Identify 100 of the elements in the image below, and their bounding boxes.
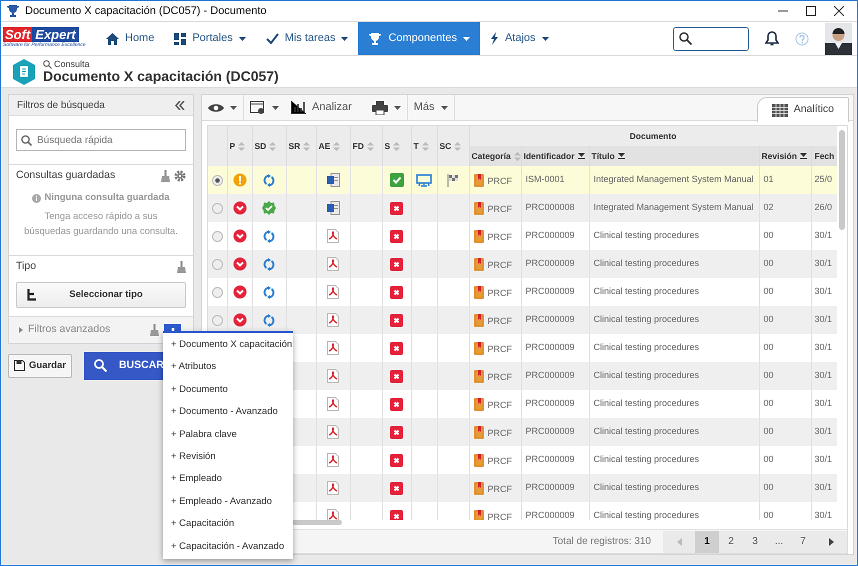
table-cell-text: PRCF [488, 371, 512, 384]
search-field[interactable] [673, 26, 749, 51]
menu-item[interactable]: + Palabra clave [163, 424, 293, 446]
menu-item[interactable]: + Revisión [163, 446, 293, 468]
hint-text: Tenga acceso rápido a sus búsquedas guardando una consulta. [24, 210, 178, 238]
table-cell-text: PRCF [488, 399, 512, 412]
page-button[interactable]: 1 [695, 530, 719, 552]
table-cell: Clinical testing procedures [594, 370, 700, 380]
table-cell: Clinical testing procedures [594, 482, 700, 492]
caret-icon [272, 106, 279, 110]
table-cell: 00 [764, 370, 774, 380]
table-cell: PRC000009 [526, 482, 575, 492]
menu-item[interactable]: + Capacitación [163, 513, 293, 536]
save-button[interactable]: Guardar [8, 354, 72, 378]
book-icon [474, 342, 484, 354]
menu-item[interactable]: + Empleado - Avanzado [163, 490, 293, 514]
table-cell: 00 [764, 342, 774, 352]
radio-button[interactable] [212, 174, 223, 186]
column-header[interactable]: S [384, 140, 390, 152]
broom-icon [150, 324, 159, 336]
window-title: Documento X capacitación (DC057) - Documento [25, 4, 267, 19]
book-icon [474, 258, 484, 270]
nav-menu-item[interactable]: Atajos [480, 22, 559, 56]
radio-button[interactable] [212, 258, 223, 270]
table-cell: PRC000009 [526, 286, 575, 296]
analyze-button[interactable]: Analizar [285, 95, 358, 120]
table-cell: Clinical testing procedures [594, 510, 700, 520]
radio-button[interactable] [212, 314, 223, 326]
grid-icon [174, 32, 186, 45]
close-button[interactable] [832, 4, 846, 18]
table-cell: 30/1 [814, 286, 832, 296]
table-cell: 30/1 [814, 482, 832, 492]
table-cell: 00 [764, 398, 774, 408]
select-type-button[interactable]: Seleccionar tipo [16, 282, 186, 308]
page-button[interactable]: ... [767, 530, 791, 552]
nav-menu-item[interactable]: Componentes [358, 22, 480, 56]
table-cell: 30/1 [814, 426, 832, 436]
maximize-button[interactable] [804, 4, 818, 18]
column-header[interactable]: SC [440, 140, 452, 152]
table-cell: PRC000009 [526, 426, 575, 436]
bell-icon[interactable] [765, 31, 779, 46]
column-header[interactable]: AE [318, 140, 330, 152]
table-cell: PRC000009 [526, 370, 575, 380]
table-cell: Clinical testing procedures [594, 342, 700, 352]
lightning-icon [490, 32, 499, 46]
table-cell: Integrated Management System Manual [594, 174, 754, 184]
menu-item[interactable]: + Empleado [163, 468, 293, 491]
page-button[interactable]: 2 [719, 530, 743, 552]
book-icon [474, 426, 484, 438]
eye-icon [208, 102, 224, 112]
table-cell: PRC000009 [526, 342, 575, 352]
table-cell-text: PRCF [488, 287, 512, 300]
column-header[interactable]: SR [288, 140, 300, 152]
book-icon [474, 174, 484, 186]
table-cell: 25/0 [814, 174, 832, 184]
table-cell: Clinical testing procedures [594, 398, 700, 408]
table-cell: 00 [764, 454, 774, 464]
table-cell-text: PRCF [488, 259, 512, 272]
table-cell: Clinical testing procedures [594, 454, 700, 464]
menu-item[interactable]: + Documento [163, 378, 293, 402]
broom-icon [161, 170, 170, 182]
page-title: Documento X capacitación (DC057) [43, 68, 279, 84]
page-button[interactable]: 3 [743, 530, 767, 552]
radio-button[interactable] [212, 286, 223, 298]
book-icon [474, 510, 484, 520]
close-icon [834, 6, 844, 16]
page-button[interactable]: 7 [791, 530, 815, 552]
column-header[interactable]: SD [254, 140, 266, 152]
table-cell: PRC000009 [526, 454, 575, 464]
breadcrumb: Consulta [54, 60, 90, 69]
radio-button[interactable] [212, 202, 223, 214]
table-cell: Clinical testing procedures [594, 426, 700, 436]
table-cell: 30/1 [814, 230, 832, 240]
record-count: Total de registros: 310 [552, 535, 651, 549]
table-cell: Clinical testing procedures [594, 314, 700, 324]
menu-item[interactable]: + Capacitación - Avanzado [163, 536, 293, 558]
table-cell: 30/1 [814, 258, 832, 268]
quick-search-field[interactable]: Búsqueda rápida [16, 129, 186, 151]
radio-button[interactable] [212, 230, 223, 242]
nav-menu-item[interactable]: Mis tareas [256, 22, 358, 56]
view-tab[interactable]: Analítico [756, 97, 849, 122]
table-cell: 30/1 [814, 370, 832, 380]
table-cell: 00 [764, 230, 774, 240]
collapse-icon[interactable] [175, 100, 185, 110]
menu-item[interactable]: + Documento - Avanzado [163, 401, 293, 424]
more-menu-button[interactable]: Más [408, 95, 454, 120]
column-header[interactable]: FD [352, 140, 364, 152]
column-header[interactable]: Título [592, 150, 615, 162]
table-cell-text: PRCF [488, 175, 512, 188]
next-icon [828, 538, 834, 546]
caret-icon [394, 106, 401, 110]
nav-menu-item[interactable]: Home [96, 22, 164, 56]
column-header[interactable]: P [230, 140, 236, 152]
book-icon [474, 398, 484, 410]
table-cell: 00 [764, 482, 774, 492]
table-cell: Clinical testing procedures [594, 258, 700, 268]
column-header[interactable]: T [414, 140, 419, 152]
table-cell: 26/0 [814, 202, 832, 212]
nav-menu-item[interactable]: Portales [164, 22, 256, 56]
document-badge-icon [12, 58, 36, 85]
